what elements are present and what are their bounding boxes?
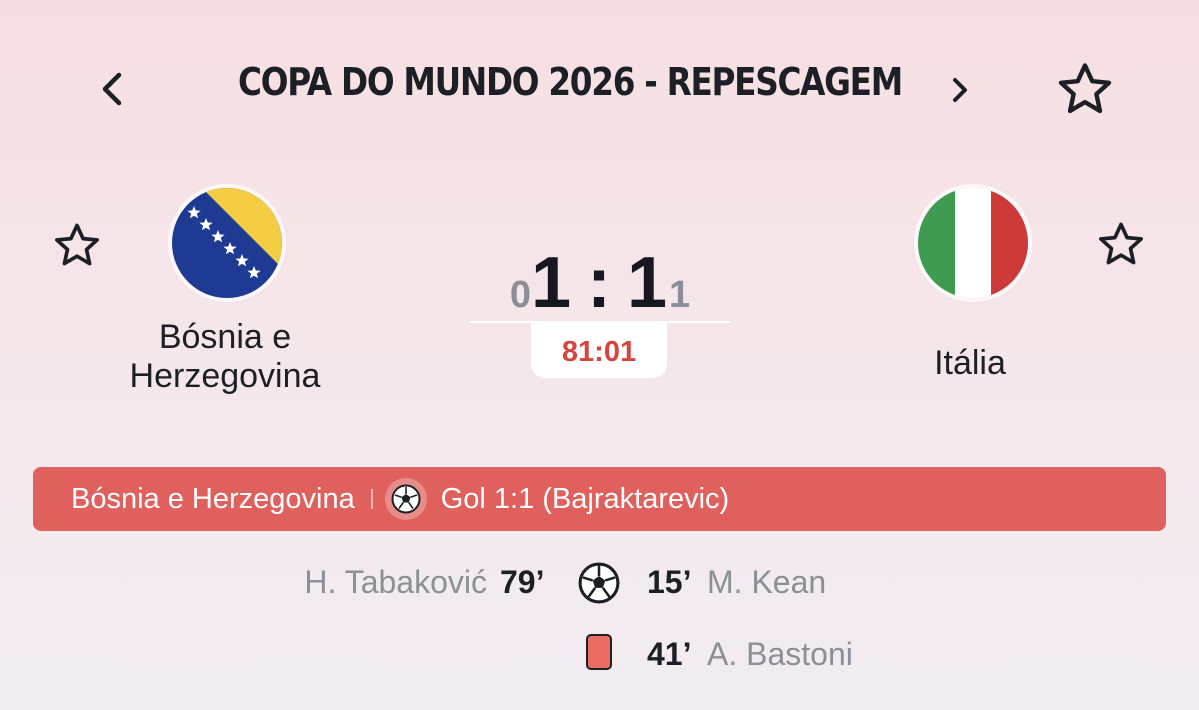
event-minute: 79’	[500, 564, 545, 600]
star-icon	[55, 223, 99, 266]
italy-flag-icon[interactable]	[918, 188, 1028, 298]
match-event-home-goal[interactable]: H. Tabaković 79’ 15’ M. Kean	[0, 560, 1199, 606]
red-card-icon	[586, 634, 612, 670]
star-icon	[1058, 63, 1112, 114]
event-player-name: A. Bastoni	[707, 636, 853, 672]
match-event-away-card[interactable]: 41’ A. Bastoni	[0, 632, 1199, 678]
away-score-small: 1	[669, 274, 691, 316]
event-description: Gol 1:1 (Bajraktarevic)	[440, 482, 730, 515]
scoreboard: 01:11	[470, 242, 730, 324]
score-separator: :	[587, 243, 613, 323]
event-team-name: Bósnia e Herzegovina	[71, 482, 355, 515]
star-icon	[1099, 222, 1143, 265]
away-score: 1	[626, 243, 670, 323]
away-team-name[interactable]: Itália	[870, 344, 1070, 383]
chevron-right-icon	[953, 78, 967, 102]
home-score-small: 0	[509, 274, 531, 316]
home-team-name[interactable]: Bósnia e Herzegovina	[90, 318, 360, 396]
soccer-ball-icon	[578, 562, 620, 609]
home-team-name-line1: Bósnia e	[158, 318, 292, 356]
home-score: 1	[530, 243, 573, 323]
event-minute: 15’	[647, 564, 692, 600]
event-player-name: H. Tabaković	[304, 564, 487, 600]
event-divider	[370, 489, 373, 509]
favorite-away-team-button[interactable]	[1092, 217, 1150, 273]
previous-button[interactable]	[88, 66, 134, 112]
match-clock: 81:01	[531, 323, 667, 378]
favorite-competition-button[interactable]	[1050, 57, 1120, 123]
chevron-left-icon	[102, 72, 122, 106]
goal-event-banner[interactable]: Bósnia e Herzegovina Gol 1:1 (Bajraktare…	[33, 467, 1166, 531]
event-minute: 41’	[647, 636, 692, 672]
soccer-ball-icon	[384, 478, 427, 520]
favorite-home-team-button[interactable]	[48, 218, 106, 274]
bosnia-flag-icon[interactable]	[172, 188, 282, 298]
event-player-name: M. Kean	[707, 564, 827, 600]
competition-title: COPA DO MUNDO 2026 - REPESCAGEM	[238, 60, 903, 104]
home-team-name-line2: Herzegovina	[129, 357, 321, 395]
next-button[interactable]	[940, 70, 980, 110]
